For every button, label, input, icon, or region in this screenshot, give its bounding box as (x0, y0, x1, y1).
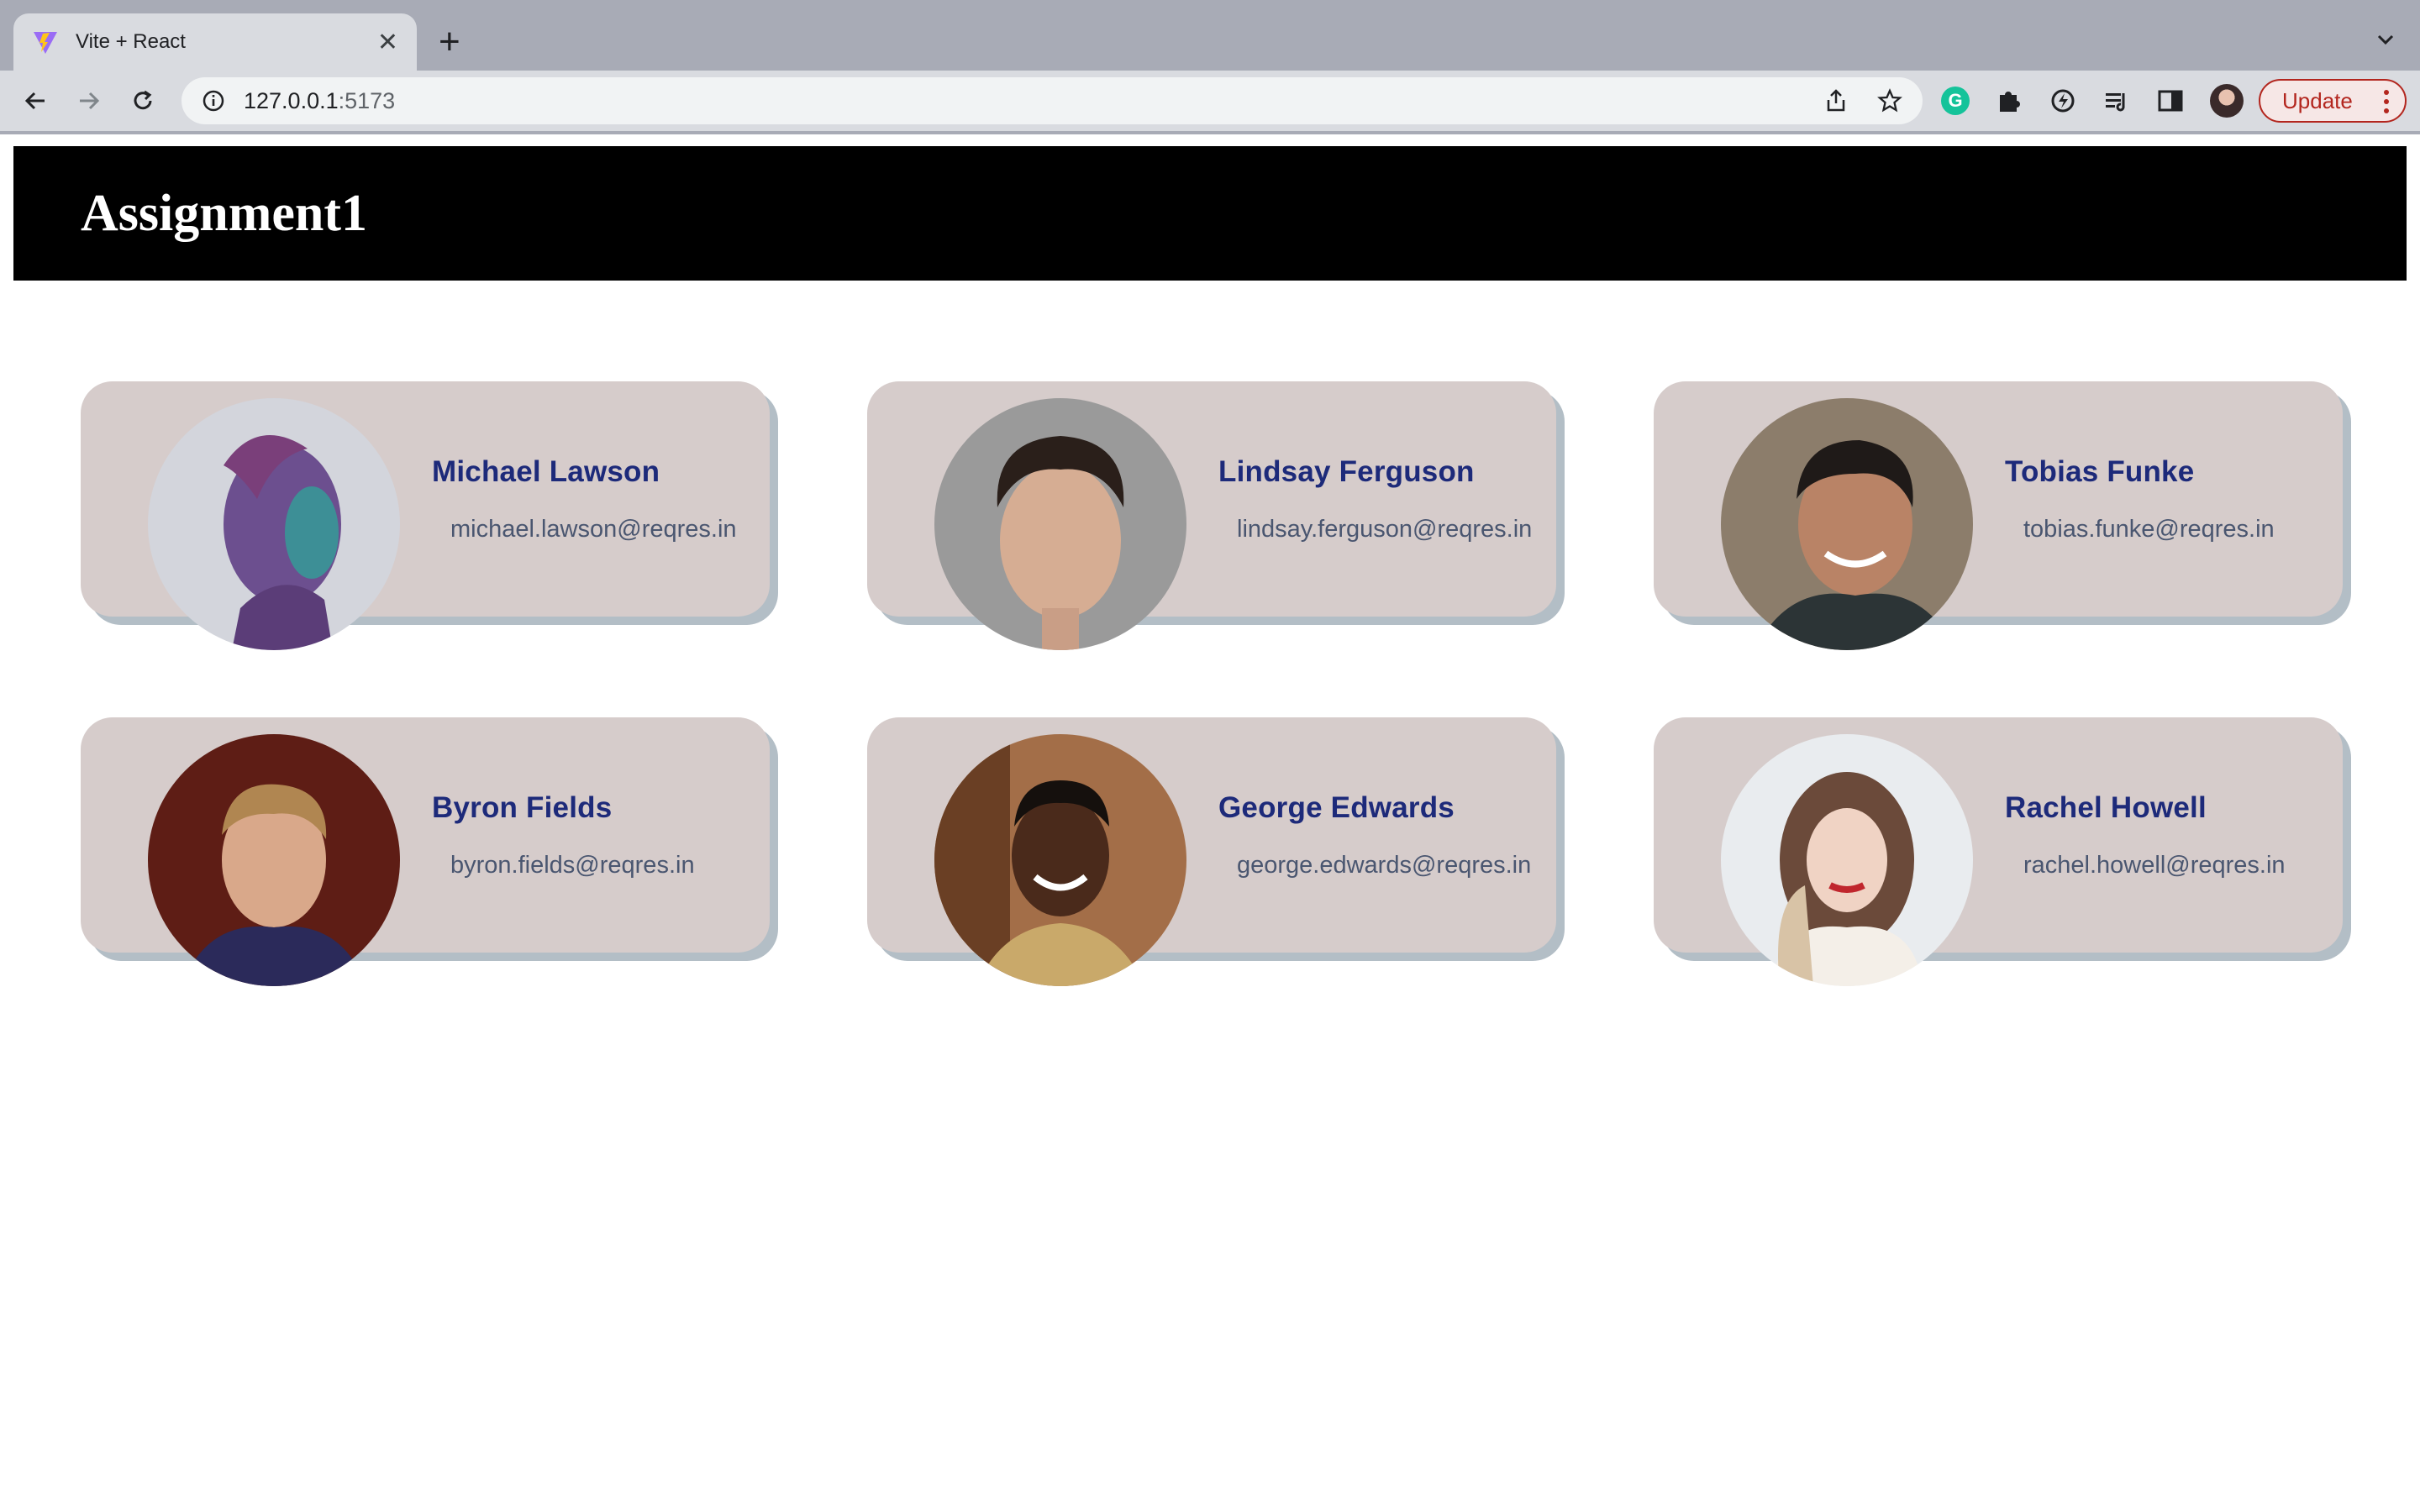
more-menu-icon[interactable] (2383, 89, 2390, 114)
browser-toolbar: 127.0.0.1:5173 G Update (0, 71, 2420, 131)
avatar (934, 398, 1186, 650)
user-name: Byron Fields (432, 791, 613, 824)
user-email: rachel.howell@reqres.in (2023, 852, 2286, 879)
close-tab-icon[interactable]: ✕ (377, 28, 398, 57)
user-email: tobias.funke@reqres.in (2023, 516, 2275, 543)
avatar (934, 734, 1186, 986)
address-bar[interactable]: 127.0.0.1:5173 (182, 77, 1923, 124)
performance-icon[interactable] (2049, 87, 2077, 115)
user-name: George Edwards (1218, 791, 1455, 824)
user-card: Byron Fields byron.fields@reqres.in (81, 717, 770, 986)
vite-logo-icon (34, 32, 57, 54)
user-email: byron.fields@reqres.in (450, 852, 695, 879)
grammarly-icon[interactable]: G (1941, 87, 1970, 115)
user-name: Lindsay Ferguson (1218, 455, 1475, 488)
user-name: Rachel Howell (2005, 791, 2207, 824)
side-panel-icon[interactable] (2156, 87, 2185, 115)
update-button[interactable]: Update (2259, 79, 2407, 123)
reload-icon[interactable] (116, 74, 170, 128)
page-title: Assignment1 (81, 184, 368, 242)
share-icon[interactable] (1823, 88, 1849, 113)
user-card-grid: Michael Lawson michael.lawson@reqres.in … (81, 381, 2349, 986)
browser-chrome: Vite + React ✕ + 127.0.0.1:5173 G Update (0, 0, 2420, 134)
user-card: Lindsay Ferguson lindsay.ferguson@reqres… (867, 381, 1556, 650)
user-email: michael.lawson@reqres.in (450, 516, 737, 543)
new-tab-icon[interactable]: + (439, 18, 460, 66)
user-email: george.edwards@reqres.in (1237, 852, 1532, 879)
chevron-down-icon[interactable] (2375, 29, 2396, 50)
user-name: Tobias Funke (2005, 455, 2195, 488)
user-card: Michael Lawson michael.lawson@reqres.in (81, 381, 770, 650)
extensions-area: G (1941, 77, 2244, 124)
site-info-icon[interactable] (202, 89, 225, 113)
page-header: Assignment1 (13, 146, 2407, 281)
back-icon[interactable] (8, 74, 62, 128)
user-card: Tobias Funke tobias.funke@reqres.in (1654, 381, 2343, 650)
url-text: 127.0.0.1:5173 (244, 87, 396, 113)
avatar (148, 398, 400, 650)
tab-title: Vite + React (76, 30, 186, 53)
avatar (1721, 398, 1973, 650)
profile-avatar[interactable] (2210, 84, 2244, 118)
browser-tab[interactable]: Vite + React ✕ (13, 13, 417, 71)
extensions-puzzle-icon[interactable] (1995, 87, 2023, 115)
user-card: George Edwards george.edwards@reqres.in (867, 717, 1556, 986)
media-queue-icon[interactable] (2102, 87, 2131, 115)
user-card: Rachel Howell rachel.howell@reqres.in (1654, 717, 2343, 986)
avatar (1721, 734, 1973, 986)
avatar (148, 734, 400, 986)
user-email: lindsay.ferguson@reqres.in (1237, 516, 1533, 543)
forward-icon[interactable] (62, 74, 116, 128)
user-name: Michael Lawson (432, 455, 660, 488)
bookmark-star-icon[interactable] (1877, 88, 1902, 113)
